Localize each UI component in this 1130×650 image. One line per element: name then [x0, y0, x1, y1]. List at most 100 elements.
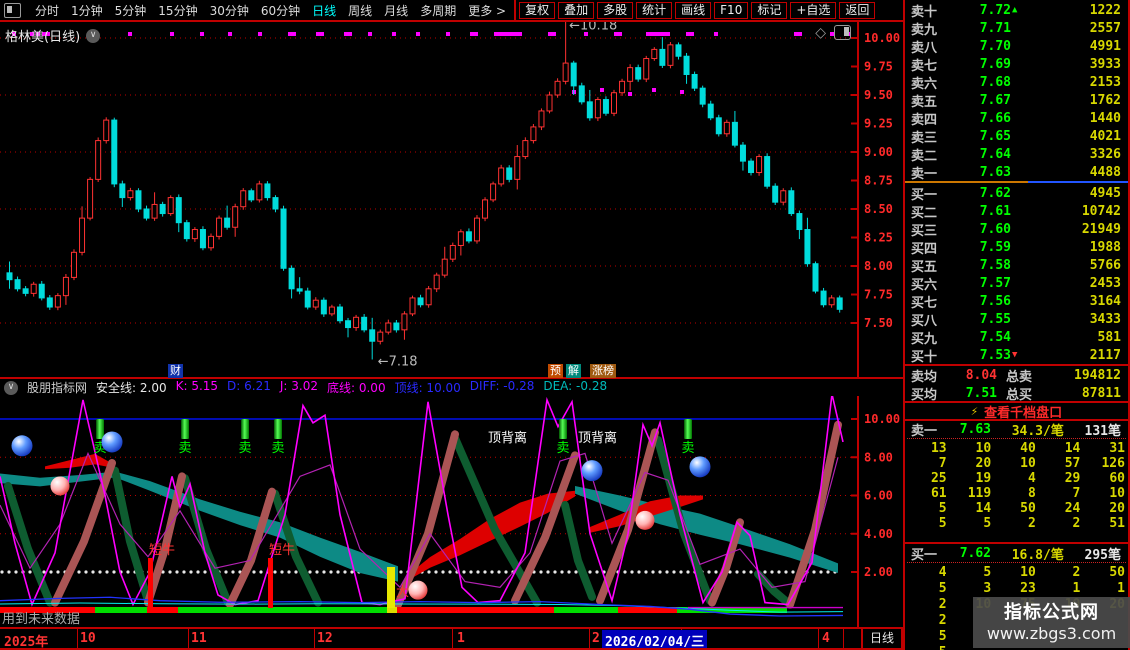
orderbook-sell-row[interactable]: 卖六7.682153	[905, 73, 1128, 91]
candlestick-chart[interactable]: 10.009.759.509.259.008.758.508.258.007.7…	[0, 22, 903, 377]
orderbook-buy-row[interactable]: 买三7.6021949	[905, 220, 1128, 238]
orderbook-buy-row[interactable]: 买九7.54581	[905, 328, 1128, 346]
tab-period-15分钟[interactable]: 15分钟	[158, 2, 197, 19]
lightning-icon: ⚡	[971, 404, 978, 418]
time-axis-month-1: 1	[457, 631, 465, 646]
red-signal-ball	[636, 511, 655, 530]
tab-period-30分钟[interactable]: 30分钟	[210, 2, 249, 19]
tab-period-1分钟[interactable]: 1分钟	[71, 2, 103, 19]
svg-text:7.75: 7.75	[864, 288, 893, 302]
time-axis-month-12: 12	[317, 631, 333, 646]
tab-period-多周期[interactable]: 多周期	[420, 2, 456, 19]
tick-up-icon: ▲	[1012, 5, 1020, 15]
svg-text:4.00: 4.00	[864, 527, 893, 541]
sell-marker-label: 卖	[238, 441, 251, 456]
tab-period-周线[interactable]: 周线	[348, 2, 372, 19]
time-axis-separator	[314, 629, 315, 648]
signal-dot-row	[12, 32, 850, 96]
orderbook-buy-row[interactable]: 买二7.6110742	[905, 202, 1128, 220]
main-chart-panel[interactable]: 10.009.759.509.259.008.758.508.258.007.7…	[0, 22, 903, 377]
orderbook-sell-row[interactable]: 卖三7.654021	[905, 127, 1128, 145]
blue-signal-ball	[690, 456, 711, 477]
orderbook-sell-row[interactable]: 卖二7.643326	[905, 145, 1128, 163]
time-axis-separator	[818, 629, 819, 648]
indicator-chart[interactable]: 10.008.006.004.002.00卖卖卖卖卖卖顶背离顶背离短牛短牛大牛用…	[0, 396, 903, 627]
queue-link-row[interactable]: ⚡ 查看千档盘口	[905, 403, 1128, 419]
buy-detail-header: 买一7.6216.8/笔295笔	[905, 545, 1128, 561]
sell-signal-bar	[559, 419, 567, 439]
sell-signal-bar	[241, 419, 249, 439]
svg-text:9.75: 9.75	[864, 60, 893, 74]
orderbook-sell-row[interactable]: 卖四7.661440	[905, 109, 1128, 127]
sell-signal-bar	[181, 419, 189, 439]
indicator-field-顶线: 顶线: 10.00	[395, 379, 461, 396]
sell-detail-row: 251942960	[905, 471, 1128, 486]
tool-button-标记[interactable]: 标记	[751, 2, 787, 19]
time-axis-separator	[843, 629, 844, 648]
orderbook-sell-row[interactable]: 卖五7.671762	[905, 91, 1128, 109]
tool-button-返回[interactable]: 返回	[839, 2, 875, 19]
chart-title: 格林美(日线)	[5, 26, 80, 45]
time-axis-year: 2025年	[4, 631, 48, 650]
tab-period-5分钟[interactable]: 5分钟	[115, 2, 147, 19]
tab-period-日线[interactable]: 日线	[312, 2, 336, 19]
blue-signal-ball	[582, 460, 603, 481]
orderbook-sell-row[interactable]: 卖八7.704991	[905, 37, 1128, 55]
indicator-field-J: J: 3.02	[280, 379, 318, 396]
short-bull-label: 短牛	[269, 543, 295, 558]
analysis-badge[interactable]: 解	[566, 364, 581, 378]
orderbook-buy-row[interactable]: 买八7.553433	[905, 310, 1128, 328]
tool-button-画线[interactable]: 画线	[675, 2, 711, 19]
svg-text:7.50: 7.50	[864, 316, 893, 330]
chevron-down-icon[interactable]: ∨	[86, 29, 100, 43]
watermark-title: 指标公式网	[1004, 602, 1099, 624]
queue-link[interactable]: 查看千档盘口	[984, 402, 1062, 421]
tab-period-月线[interactable]: 月线	[384, 2, 408, 19]
svg-text:8.50: 8.50	[864, 202, 893, 216]
red-signal-ball	[51, 476, 70, 495]
tab-period-60分钟[interactable]: 60分钟	[261, 2, 300, 19]
tool-button-多股[interactable]: 多股	[597, 2, 633, 19]
orderbook-buy-row[interactable]: 买七7.563164	[905, 292, 1128, 310]
candles[interactable]	[7, 22, 842, 359]
diamond-icon[interactable]: ◇	[815, 26, 826, 40]
indicator-field-DEA: DEA: -0.28	[543, 379, 607, 396]
tool-button-叠加[interactable]: 叠加	[558, 2, 594, 19]
forecast-badge[interactable]: 预	[548, 364, 563, 378]
orderbook-sell-row[interactable]: 卖七7.693933	[905, 55, 1128, 73]
sell-detail-row: 611198710	[905, 486, 1128, 501]
orderbook-sell-row[interactable]: 卖一7.634488	[905, 163, 1128, 181]
blue-signal-ball	[102, 431, 123, 452]
tool-button-复权[interactable]: 复权	[519, 2, 555, 19]
indicator-source: 股朋指标网	[27, 379, 87, 396]
tab-period-更多 >[interactable]: 更多 >	[468, 2, 506, 19]
sell-marker-label: 卖	[681, 441, 694, 456]
svg-text:9.50: 9.50	[864, 88, 893, 102]
panel-toggle-icon[interactable]	[834, 25, 851, 40]
sell-detail-header: 卖一7.6334.3/笔131笔	[905, 421, 1128, 437]
finance-badge[interactable]: 财	[168, 364, 183, 378]
time-axis-separator	[77, 629, 78, 648]
sell-marker-label: 卖	[271, 441, 284, 456]
indicator-chevron-icon[interactable]: ∨	[4, 381, 18, 395]
period-menu: 分时 1分钟 5分钟 15分钟 30分钟 60分钟日线周线月线多周期更多 >	[29, 2, 512, 19]
orderbook-sell-row[interactable]: 卖十7.72▲1222	[905, 1, 1128, 19]
orderbook-sell-row[interactable]: 卖九7.712557	[905, 19, 1128, 37]
tool-button-F10[interactable]: F10	[714, 2, 748, 19]
window-icon[interactable]	[4, 3, 21, 18]
red-signal-ball	[409, 581, 428, 600]
orderbook-buy-row[interactable]: 买六7.572453	[905, 274, 1128, 292]
tab-period-分时[interactable]: 分时	[35, 2, 59, 19]
period-box[interactable]: 日线	[861, 627, 903, 650]
rank-badge[interactable]: 涨榜	[590, 364, 616, 378]
tool-button-统计[interactable]: 统计	[636, 2, 672, 19]
tool-button-+自选[interactable]: +自选	[790, 2, 836, 19]
low-price-label: ←7.18	[378, 354, 418, 369]
top-divergence-label: 顶背离	[578, 430, 617, 446]
svg-text:8.25: 8.25	[864, 231, 893, 245]
orderbook-buy-row[interactable]: 买四7.591988	[905, 238, 1128, 256]
orderbook-buy-row[interactable]: 买一7.624945	[905, 184, 1128, 202]
orderbook-buy-row[interactable]: 买十7.53▼2117	[905, 346, 1128, 364]
orderbook-buy-row[interactable]: 买五7.585766	[905, 256, 1128, 274]
sell-detail-row: 514502420	[905, 501, 1128, 516]
